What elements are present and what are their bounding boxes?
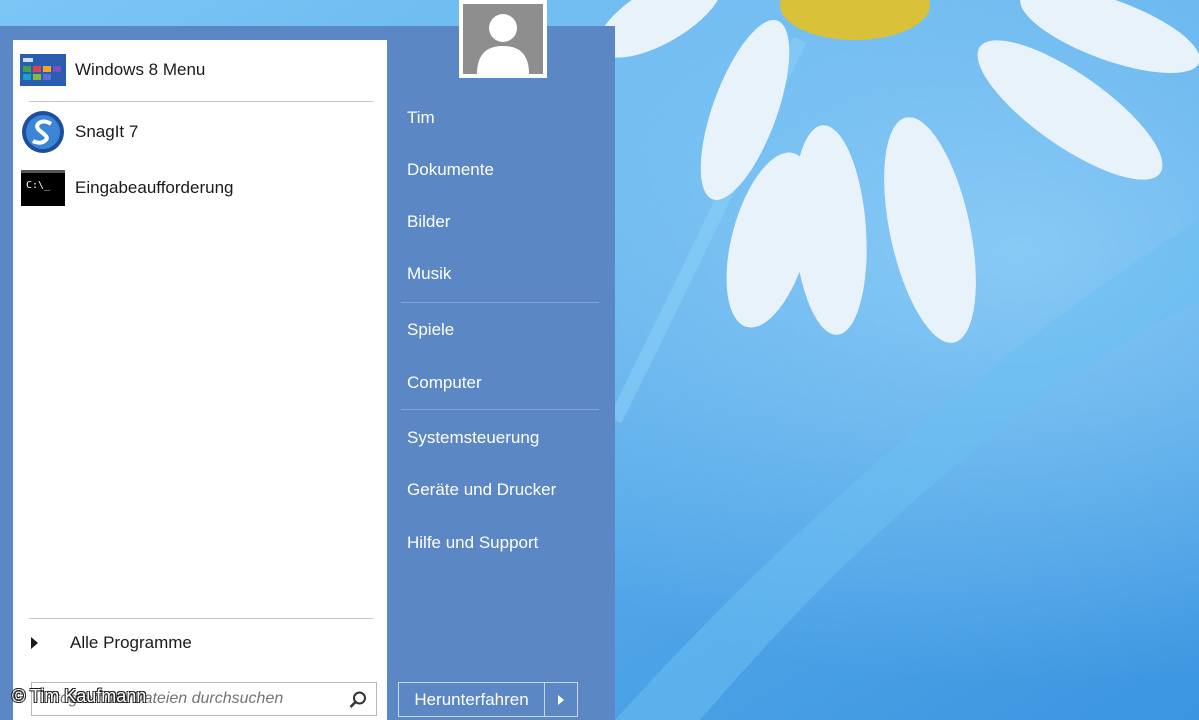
link-documents[interactable]: Dokumente: [407, 160, 494, 180]
all-programs-label: Alle Programme: [70, 633, 192, 652]
snagit-icon: [19, 111, 67, 153]
shutdown-options-button[interactable]: [545, 683, 577, 716]
link-computer[interactable]: Computer: [407, 373, 482, 393]
triangle-right-icon: [558, 694, 564, 705]
program-item-snagit[interactable]: SnagIt 7: [19, 110, 379, 154]
all-programs-button[interactable]: Alle Programme: [29, 626, 373, 660]
triangle-right-icon: [31, 637, 38, 649]
shutdown-button[interactable]: Herunterfahren: [399, 683, 544, 716]
program-item-windows8-menu[interactable]: Windows 8 Menu: [19, 48, 379, 92]
windows8-menu-icon: [19, 50, 67, 90]
start-menu: Windows 8 Menu SnagIt 7 C:\_ Eingabeauff…: [0, 26, 615, 720]
separator: [29, 618, 373, 619]
separator: [401, 302, 599, 303]
link-games[interactable]: Spiele: [407, 320, 454, 340]
copyright-watermark: © Tim Kaufmann: [12, 686, 147, 706]
link-control-panel[interactable]: Systemsteuerung: [407, 428, 539, 448]
separator: [401, 409, 599, 410]
svg-text:C:\_: C:\_: [26, 180, 51, 191]
user-avatar[interactable]: [459, 0, 547, 78]
program-label: Eingabeaufforderung: [75, 178, 234, 197]
link-devices-printers[interactable]: Geräte und Drucker: [407, 480, 556, 500]
link-pictures[interactable]: Bilder: [407, 212, 450, 232]
shutdown-button-group: Herunterfahren: [398, 682, 578, 717]
program-list-pane: Windows 8 Menu SnagIt 7 C:\_ Eingabeauff…: [13, 40, 387, 720]
command-prompt-icon: C:\_: [19, 168, 67, 208]
program-item-command-prompt[interactable]: C:\_ Eingabeaufforderung: [19, 166, 379, 210]
link-user-folder[interactable]: Tim: [407, 108, 435, 128]
program-label: Windows 8 Menu: [75, 60, 206, 79]
search-icon[interactable]: [348, 690, 368, 710]
user-avatar-icon: [463, 4, 543, 74]
separator: [29, 101, 373, 102]
program-label: SnagIt 7: [75, 122, 139, 141]
link-music[interactable]: Musik: [407, 264, 451, 284]
link-help-support[interactable]: Hilfe und Support: [407, 533, 538, 553]
